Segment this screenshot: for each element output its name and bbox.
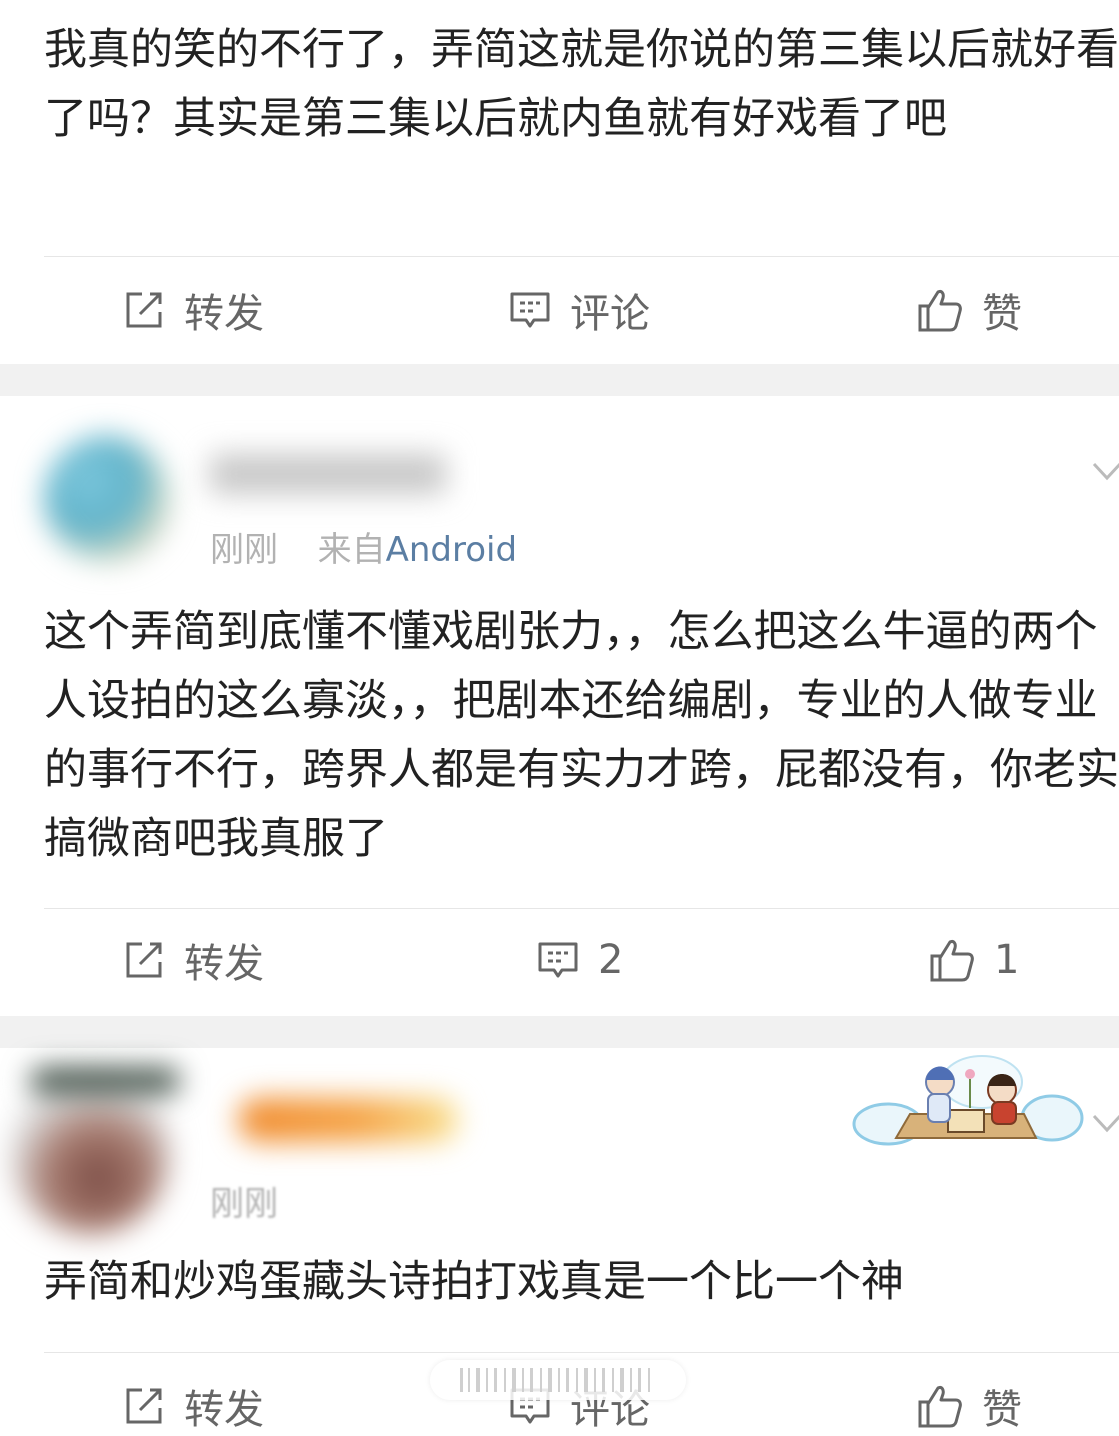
- post-meta: 刚刚 来自Android: [210, 522, 517, 571]
- post-card: 刚刚 来自Android 这个弄简到底懂不懂戏剧张力，，怎么把这么牛逼的两个人设…: [0, 396, 1119, 1016]
- comment-icon: [510, 292, 550, 328]
- repost-button[interactable]: 转发: [122, 280, 264, 340]
- barcode-watermark-icon: [460, 1368, 650, 1392]
- chevron-down-icon[interactable]: [1092, 1112, 1119, 1134]
- comment-button[interactable]: 评论: [508, 280, 650, 340]
- repost-label: 转发: [184, 1387, 264, 1433]
- post-card: 刚刚 弄简和炒鸡蛋藏头诗拍打戏真是一个比一个神 转发 评论 赞: [0, 1048, 1119, 1433]
- like-label: 赞: [982, 1387, 1022, 1433]
- divider: [44, 1352, 1119, 1353]
- divider: [44, 908, 1119, 909]
- post-text: 弄简和炒鸡蛋藏头诗拍打戏真是一个比一个神: [44, 1257, 904, 1307]
- avatar[interactable]: [10, 1074, 170, 1234]
- repost-icon: [126, 1388, 162, 1424]
- comment-icon: [538, 942, 578, 978]
- repost-icon: [126, 942, 162, 978]
- like-button[interactable]: 1: [928, 930, 1019, 990]
- username[interactable]: [238, 1098, 458, 1142]
- comment-label: 评论: [570, 291, 650, 337]
- decorative-sticker-image: [852, 1055, 1084, 1146]
- post-card: 我真的笑的不行了，弄简这就是你说的第三集以后就好看了吗？其实是第三集以后就内鱼就…: [0, 0, 1119, 364]
- comment-count: 2: [598, 937, 624, 983]
- chevron-down-icon[interactable]: [1092, 460, 1119, 482]
- post-text: 这个弄简到底懂不懂戏剧张力，，怎么把这么牛逼的两个人设拍的这么寡淡，，把剧本还给…: [44, 607, 1119, 864]
- source-prefix: 来自: [317, 530, 386, 570]
- post-meta: 刚刚: [210, 1176, 278, 1225]
- thumbs-up-icon: [918, 290, 962, 332]
- repost-icon: [126, 292, 162, 328]
- like-label: 赞: [982, 291, 1022, 337]
- avatar-frame: [30, 1068, 180, 1094]
- repost-label: 转发: [184, 291, 264, 337]
- like-button[interactable]: 赞: [916, 280, 1022, 340]
- post-source: Android: [385, 530, 518, 570]
- bottom-overlay-pill[interactable]: [430, 1360, 686, 1400]
- feed-separator: [0, 1016, 1119, 1048]
- post-time: 刚刚: [210, 1184, 278, 1224]
- comment-button[interactable]: 2: [536, 930, 623, 990]
- thumbs-up-icon: [930, 940, 974, 982]
- repost-button[interactable]: 转发: [122, 1376, 264, 1436]
- repost-label: 转发: [184, 941, 264, 987]
- post-time: 刚刚: [210, 530, 278, 570]
- avatar[interactable]: [44, 436, 170, 562]
- username[interactable]: [210, 454, 446, 494]
- like-count: 1: [994, 937, 1020, 983]
- feed-separator: [0, 364, 1119, 396]
- divider: [44, 256, 1119, 257]
- thumbs-up-icon: [918, 1386, 962, 1428]
- post-text: 我真的笑的不行了，弄简这就是你说的第三集以后就好看了吗？其实是第三集以后就内鱼就…: [44, 25, 1119, 144]
- repost-button[interactable]: 转发: [122, 930, 264, 990]
- like-button[interactable]: 赞: [916, 1376, 1022, 1436]
